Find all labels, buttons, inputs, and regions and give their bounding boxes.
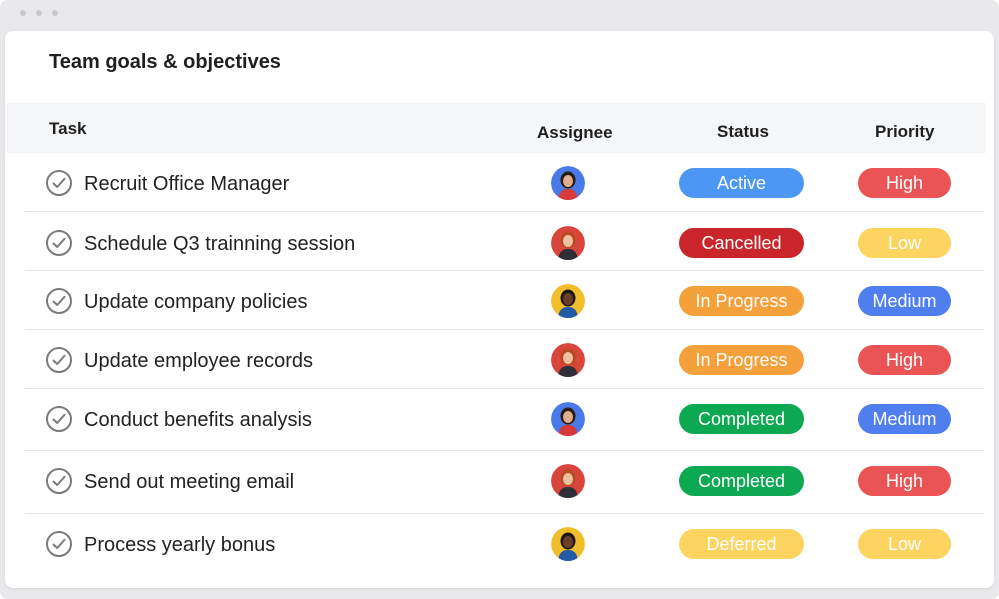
status-badge[interactable]: Cancelled bbox=[679, 228, 804, 258]
task-name[interactable]: Update employee records bbox=[84, 350, 313, 373]
window-titlebar bbox=[0, 0, 999, 30]
panel-title: Team goals & objectives bbox=[49, 51, 281, 73]
table-row[interactable]: Process yearly bonus Deferred Low bbox=[25, 514, 984, 573]
priority-badge[interactable]: High bbox=[858, 466, 951, 496]
column-header-task[interactable]: Task bbox=[49, 119, 87, 139]
window-dot-icon[interactable] bbox=[20, 10, 26, 16]
checkmark-circle-icon[interactable] bbox=[46, 468, 72, 494]
goals-panel: Team goals & objectives Task Assignee St… bbox=[5, 31, 994, 588]
checkmark-circle-icon[interactable] bbox=[46, 170, 72, 196]
woman-avatar[interactable] bbox=[551, 402, 585, 436]
priority-badge[interactable]: Medium bbox=[858, 404, 951, 434]
status-badge[interactable]: Active bbox=[679, 168, 804, 198]
task-name[interactable]: Update company policies bbox=[84, 291, 307, 314]
table-row[interactable]: Send out meeting email Completed High bbox=[25, 451, 984, 514]
woman-avatar[interactable] bbox=[551, 166, 585, 200]
priority-badge[interactable]: High bbox=[858, 345, 951, 375]
woman-avatar[interactable] bbox=[551, 226, 585, 260]
window-dot-icon[interactable] bbox=[52, 10, 58, 16]
man-avatar[interactable] bbox=[551, 527, 585, 561]
app-window: Team goals & objectives Task Assignee St… bbox=[0, 0, 999, 599]
checkmark-circle-icon[interactable] bbox=[46, 531, 72, 557]
status-badge[interactable]: In Progress bbox=[679, 286, 804, 316]
task-name[interactable]: Recruit Office Manager bbox=[84, 173, 289, 196]
status-badge[interactable]: Deferred bbox=[679, 529, 804, 559]
column-header-status[interactable]: Status bbox=[717, 122, 769, 142]
task-name[interactable]: Send out meeting email bbox=[84, 471, 294, 494]
table-row[interactable]: Recruit Office Manager Active High bbox=[25, 153, 984, 212]
status-badge[interactable]: Completed bbox=[679, 404, 804, 434]
priority-badge[interactable]: High bbox=[858, 168, 951, 198]
priority-badge[interactable]: Low bbox=[858, 228, 951, 258]
checkmark-circle-icon[interactable] bbox=[46, 347, 72, 373]
priority-badge[interactable]: Low bbox=[858, 529, 951, 559]
task-name[interactable]: Schedule Q3 trainning session bbox=[84, 233, 355, 256]
column-header-priority[interactable]: Priority bbox=[875, 122, 935, 142]
task-name[interactable]: Conduct benefits analysis bbox=[84, 409, 312, 432]
checkmark-circle-icon[interactable] bbox=[46, 406, 72, 432]
checkmark-circle-icon[interactable] bbox=[46, 230, 72, 256]
woman-avatar[interactable] bbox=[551, 464, 585, 498]
window-dot-icon[interactable] bbox=[36, 10, 42, 16]
table-row[interactable]: Conduct benefits analysis Completed Medium bbox=[25, 389, 984, 451]
column-header-assignee[interactable]: Assignee bbox=[537, 123, 613, 143]
man-avatar[interactable] bbox=[551, 284, 585, 318]
priority-badge[interactable]: Medium bbox=[858, 286, 951, 316]
checkmark-circle-icon[interactable] bbox=[46, 288, 72, 314]
table-row[interactable]: Schedule Q3 trainning session Cancelled Lo… bbox=[25, 213, 984, 271]
task-name[interactable]: Process yearly bonus bbox=[84, 534, 275, 557]
table-row[interactable]: Update company policies In Progress Medium bbox=[25, 271, 984, 330]
woman-avatar[interactable] bbox=[551, 343, 585, 377]
status-badge[interactable]: In Progress bbox=[679, 345, 804, 375]
table-row[interactable]: Update employee records In Progress High bbox=[25, 330, 984, 389]
table-header: Task Assignee Status Priority bbox=[7, 103, 986, 153]
status-badge[interactable]: Completed bbox=[679, 466, 804, 496]
